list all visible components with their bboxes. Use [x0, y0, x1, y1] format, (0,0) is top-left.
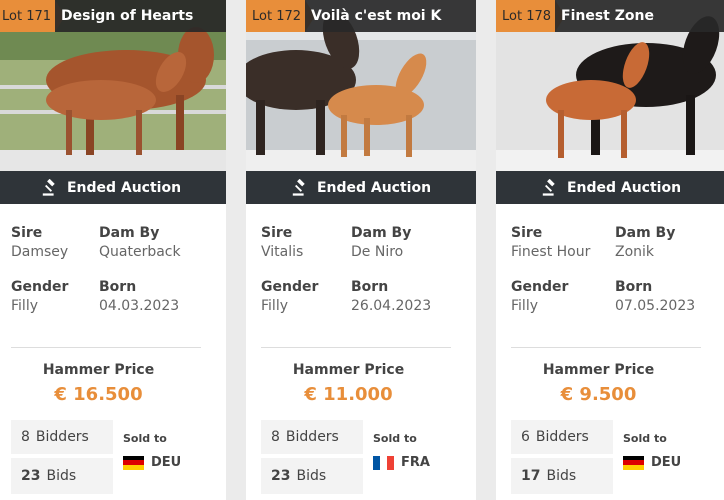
- dam-label: Dam By: [99, 225, 160, 241]
- sire-label: Sire: [511, 225, 543, 241]
- dam-value: Quaterback: [99, 244, 181, 260]
- gender-info: Gender Filly: [511, 279, 568, 314]
- hammer-price-label: Hammer Price: [542, 362, 655, 378]
- lot-header: Lot 178 Finest Zone: [496, 0, 724, 32]
- born-value: 26.04.2023: [351, 298, 432, 314]
- bidders-label: Bidders: [535, 429, 589, 445]
- sold-to-label: Sold to: [373, 432, 417, 445]
- divider: [11, 347, 201, 348]
- bidders-count: 8 Bidders: [261, 420, 363, 454]
- country-code: FRA: [401, 455, 430, 470]
- status-label: Ended Auction: [316, 179, 432, 196]
- sire-value: Finest Hour: [511, 244, 591, 260]
- bids-count: 23 Bids: [261, 458, 363, 494]
- bidders-number: 8: [21, 429, 30, 445]
- born-label: Born: [615, 279, 653, 295]
- bids-count: 17 Bids: [511, 458, 613, 494]
- auction-status-bar: Ended Auction: [246, 171, 476, 204]
- status-label: Ended Auction: [66, 179, 182, 196]
- hammer-price-label: Hammer Price: [42, 362, 155, 378]
- born-label: Born: [99, 279, 137, 295]
- horse-name[interactable]: Voilà c'est moi K: [305, 0, 476, 32]
- dam-label: Dam By: [351, 225, 412, 241]
- gender-value: Filly: [11, 298, 38, 314]
- germany-flag-icon: [123, 455, 144, 470]
- sire-info: Sire Finest Hour: [511, 225, 590, 260]
- sire-value: Damsey: [11, 244, 69, 260]
- status-label: Ended Auction: [566, 179, 682, 196]
- bids-label: Bids: [296, 468, 327, 484]
- gender-value: Filly: [261, 298, 288, 314]
- country-code: DEU: [151, 455, 182, 470]
- sire-value: Vitalis: [261, 244, 304, 260]
- gender-label: Gender: [261, 279, 319, 295]
- sire-info: Sire Damsey: [11, 225, 68, 260]
- bids-number: 23: [21, 468, 41, 484]
- gender-label: Gender: [11, 279, 69, 295]
- bidders-label: Bidders: [285, 429, 339, 445]
- bids-label: Bids: [546, 468, 577, 484]
- gender-info: Gender Filly: [11, 279, 68, 314]
- born-info: Born 04.03.2023: [99, 279, 179, 314]
- bidders-number: 8: [271, 429, 280, 445]
- dam-info: Dam By De Niro: [351, 225, 411, 260]
- germany-flag-icon: [623, 455, 644, 470]
- sire-label: Sire: [11, 225, 43, 241]
- dam-info: Dam By Quaterback: [99, 225, 181, 260]
- hammer-price-value: € 9.500: [560, 384, 637, 405]
- divider: [261, 347, 451, 348]
- bids-label: Bids: [46, 468, 77, 484]
- auction-status-bar: Ended Auction: [496, 171, 724, 204]
- bidders-label: Bidders: [35, 429, 89, 445]
- country-code: DEU: [651, 455, 682, 470]
- gavel-icon: [292, 178, 305, 196]
- sold-to-label: Sold to: [123, 432, 167, 445]
- born-value: 07.05.2023: [615, 298, 696, 314]
- sire-label: Sire: [261, 225, 293, 241]
- hammer-price-label: Hammer Price: [292, 362, 405, 378]
- dam-label: Dam By: [615, 225, 676, 241]
- gavel-icon: [42, 178, 55, 196]
- auction-card-lot-172[interactable]: Lot 172 Voilà c'est moi K Ended Auction …: [246, 0, 476, 500]
- horse-name[interactable]: Design of Hearts: [55, 0, 226, 32]
- bidders-number: 6: [521, 429, 530, 445]
- gender-value: Filly: [511, 298, 538, 314]
- horse-name[interactable]: Finest Zone: [555, 0, 724, 32]
- born-label: Born: [351, 279, 389, 295]
- dam-value: De Niro: [351, 244, 404, 260]
- bids-number: 17: [521, 468, 541, 484]
- sold-country: FRA: [373, 455, 430, 470]
- france-flag-icon: [373, 455, 394, 470]
- gender-info: Gender Filly: [261, 279, 318, 314]
- bids-number: 23: [271, 468, 291, 484]
- born-value: 04.03.2023: [99, 298, 180, 314]
- lot-header: Lot 171 Design of Hearts: [0, 0, 226, 32]
- bidders-count: 8 Bidders: [11, 420, 113, 454]
- auction-card-lot-171[interactable]: Lot 171 Design of Hearts Ended Auction S…: [0, 0, 226, 500]
- bids-count: 23 Bids: [11, 458, 113, 494]
- sold-country: DEU: [623, 455, 681, 470]
- dam-info: Dam By Zonik: [615, 225, 675, 260]
- divider: [511, 347, 701, 348]
- gender-label: Gender: [511, 279, 569, 295]
- hammer-price-value: € 11.000: [304, 384, 393, 405]
- sold-to-label: Sold to: [623, 432, 667, 445]
- born-info: Born 07.05.2023: [615, 279, 695, 314]
- sire-info: Sire Vitalis: [261, 225, 303, 260]
- born-info: Born 26.04.2023: [351, 279, 431, 314]
- bidders-count: 6 Bidders: [511, 420, 613, 454]
- auction-card-lot-178[interactable]: Lot 178 Finest Zone Ended Auction Sire Fi…: [496, 0, 724, 500]
- lot-header: Lot 172 Voilà c'est moi K: [246, 0, 476, 32]
- dam-value: Zonik: [615, 244, 655, 260]
- sold-country: DEU: [123, 455, 181, 470]
- auction-status-bar: Ended Auction: [0, 171, 226, 204]
- hammer-price-value: € 16.500: [54, 384, 143, 405]
- gavel-icon: [542, 178, 555, 196]
